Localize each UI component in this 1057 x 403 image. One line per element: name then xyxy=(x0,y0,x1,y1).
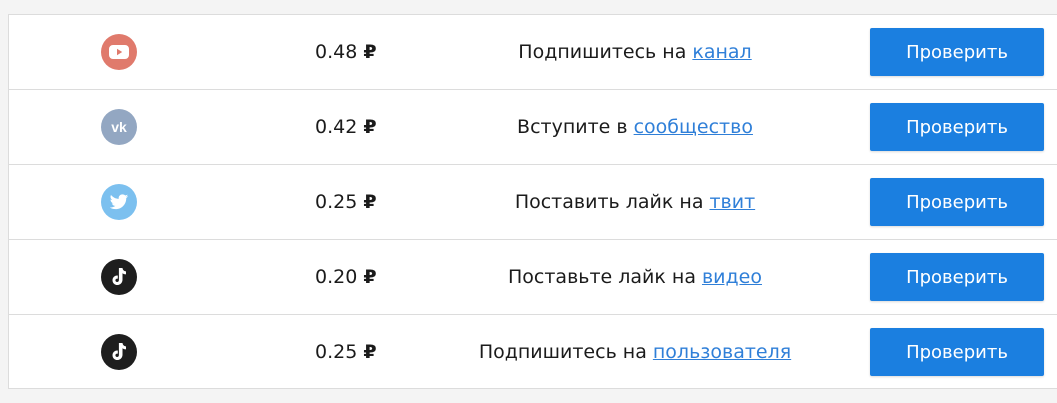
task-price: 0.25 ₽ xyxy=(315,191,377,213)
task-description: Поставить лайк на твит xyxy=(514,191,756,213)
currency-sign: ₽ xyxy=(363,266,377,288)
task-link[interactable]: канал xyxy=(692,41,751,63)
task-price: 0.25 ₽ xyxy=(315,341,377,363)
task-description: Подпишитесь на пользователя xyxy=(478,341,792,363)
currency-sign: ₽ xyxy=(363,191,377,213)
check-button[interactable]: Проверить xyxy=(870,328,1044,376)
task-link[interactable]: пользователя xyxy=(653,341,791,363)
task-link[interactable]: сообщество xyxy=(634,116,753,138)
twitter-icon xyxy=(101,184,137,220)
currency-sign: ₽ xyxy=(363,41,377,63)
tiktok-icon xyxy=(101,259,137,295)
tasks-table: 0.48 ₽ Подпишитесь на канал Проверить vk 0… xyxy=(8,14,1057,389)
check-button[interactable]: Проверить xyxy=(870,253,1044,301)
currency-sign: ₽ xyxy=(363,341,377,363)
youtube-icon xyxy=(101,34,137,70)
task-link[interactable]: видео xyxy=(702,266,762,288)
task-link[interactable]: твит xyxy=(709,191,755,213)
task-row: vk 0.42 ₽ Вступите в сообщество Проверить xyxy=(9,90,1057,165)
check-button[interactable]: Проверить xyxy=(870,178,1044,226)
task-description: Подпишитесь на канал xyxy=(518,41,752,63)
task-row: 0.20 ₽ Поставьте лайк на видео Проверить xyxy=(9,240,1057,315)
currency-sign: ₽ xyxy=(363,116,377,138)
task-price: 0.20 ₽ xyxy=(315,266,377,288)
task-price: 0.42 ₽ xyxy=(315,116,377,138)
check-button[interactable]: Проверить xyxy=(870,28,1044,76)
vk-icon: vk xyxy=(101,109,137,145)
task-description: Вступите в сообщество xyxy=(517,116,753,138)
task-row: 0.48 ₽ Подпишитесь на канал Проверить xyxy=(9,15,1057,90)
task-row: 0.25 ₽ Поставить лайк на твит Проверить xyxy=(9,165,1057,240)
task-row: 0.25 ₽ Подпишитесь на пользователя Провери… xyxy=(9,315,1057,389)
task-price: 0.48 ₽ xyxy=(315,41,377,63)
svg-text:vk: vk xyxy=(111,119,127,135)
task-description: Поставьте лайк на видео xyxy=(508,266,762,288)
tiktok-icon xyxy=(101,334,137,370)
check-button[interactable]: Проверить xyxy=(870,103,1044,151)
